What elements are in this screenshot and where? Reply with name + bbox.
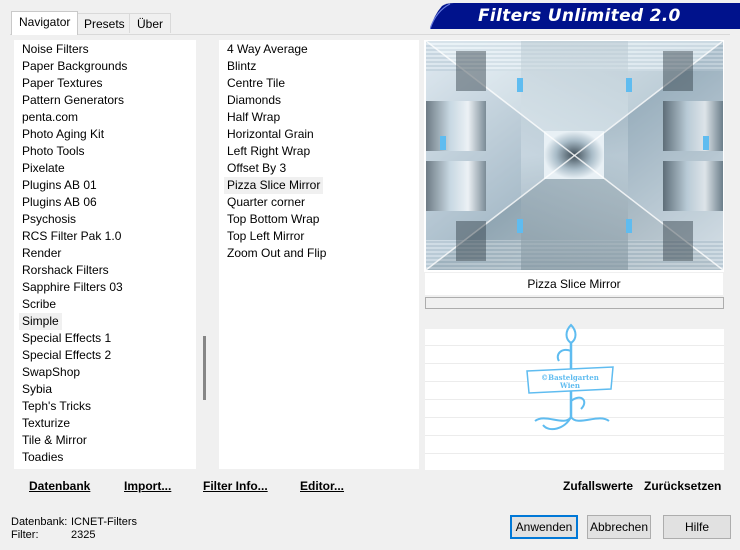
category-item[interactable]: Plugins AB 06 (19, 194, 100, 211)
category-item[interactable]: Photo Tools (19, 143, 88, 160)
category-item[interactable]: Scribe (19, 296, 59, 313)
tab-ueber[interactable]: Über (129, 13, 172, 33)
filter-item[interactable]: Half Wrap (224, 109, 283, 126)
filter-preview-image (426, 41, 723, 270)
datenbank-label: Datenbank (29, 479, 91, 493)
category-item[interactable]: Special Effects 1 (19, 330, 114, 347)
filter-item[interactable]: Horizontal Grain (224, 126, 317, 143)
filter-item[interactable]: Top Bottom Wrap (224, 211, 322, 228)
category-item[interactable]: Texturize (19, 415, 73, 432)
filter-count-label: Filter: (11, 529, 39, 541)
category-item[interactable]: Rorshack Filters (19, 262, 112, 279)
category-item[interactable]: Paper Textures (19, 75, 106, 92)
watermark-logo: ©Bastelgarten Wien (526, 323, 614, 431)
import-button[interactable]: Import... (124, 479, 171, 493)
category-item[interactable]: Sybia (19, 381, 55, 398)
category-item[interactable]: Teph's Tricks (19, 398, 94, 415)
tab-divider (10, 34, 730, 35)
zufallswerte-button[interactable]: Zufallswerte (563, 479, 633, 493)
editor-button[interactable]: Editor... (300, 479, 344, 493)
filter-item[interactable]: Pizza Slice Mirror (224, 177, 324, 194)
category-item[interactable]: Special Effects 2 (19, 347, 114, 364)
import-label: Import... (124, 479, 172, 493)
filter-item[interactable]: Offset By 3 (224, 160, 289, 177)
banner-title: Filters Unlimited 2.0 (478, 6, 681, 26)
help-button[interactable]: Hilfe (663, 515, 731, 539)
database-label: Datenbank: (11, 516, 68, 528)
database-value: ICNET-Filters (71, 516, 137, 528)
category-scrollbar[interactable] (196, 40, 214, 469)
filter-info-button[interactable]: Filter Info... (203, 479, 268, 493)
filter-item[interactable]: Blintz (224, 58, 259, 75)
scrollbar-thumb[interactable] (203, 336, 206, 400)
editor-label: Editor... (300, 479, 345, 493)
preview-pattern (426, 41, 723, 270)
category-item[interactable]: Tile & Mirror (19, 432, 90, 449)
category-item[interactable]: Noise Filters (19, 41, 92, 58)
toolbar: Datenbank Import... Filter Info... Edito… (12, 472, 419, 498)
watermark-line-2: Wien (559, 381, 580, 390)
title-banner: Filters Unlimited 2.0 (429, 3, 740, 30)
category-item[interactable]: Psychosis (19, 211, 79, 228)
datenbank-button[interactable]: Datenbank (29, 479, 90, 493)
tab-navigator[interactable]: Navigator (11, 11, 79, 35)
filter-info-label: Filter Info... (203, 479, 268, 493)
category-item[interactable]: penta.com (19, 109, 81, 126)
filter-item[interactable]: Top Left Mirror (224, 228, 307, 245)
parameter-area[interactable]: ©Bastelgarten Wien (425, 309, 724, 470)
filter-item[interactable]: Centre Tile (224, 75, 288, 92)
apply-button[interactable]: Anwenden (510, 515, 578, 539)
filter-item[interactable]: 4 Way Average (224, 41, 311, 58)
category-item[interactable]: Sapphire Filters 03 (19, 279, 126, 296)
category-item[interactable]: SwapShop (19, 364, 83, 381)
category-item[interactable]: RCS Filter Pak 1.0 (19, 228, 124, 245)
cancel-button[interactable]: Abbrechen (587, 515, 651, 539)
category-item[interactable]: Pixelate (19, 160, 68, 177)
category-item[interactable]: Render (19, 245, 64, 262)
category-item[interactable]: Plugins AB 01 (19, 177, 100, 194)
filter-count-value: 2325 (71, 529, 96, 541)
category-item[interactable]: Pattern Generators (19, 92, 127, 109)
progress-bar (425, 297, 724, 309)
tab-presets[interactable]: Presets (76, 13, 133, 33)
filter-item[interactable]: Left Right Wrap (224, 143, 313, 160)
category-item[interactable]: Toadies (19, 449, 66, 466)
filter-list[interactable]: 4 Way Average Blintz Centre Tile Diamonds Ha… (219, 40, 419, 469)
category-item[interactable]: Paper Backgrounds (19, 58, 130, 75)
zuruecksetzen-button[interactable]: Zurücksetzen (644, 479, 721, 493)
selected-filter-label: Pizza Slice Mirror (425, 273, 723, 295)
filter-item[interactable]: Quarter corner (224, 194, 308, 211)
category-item[interactable]: Photo Aging Kit (19, 126, 107, 143)
category-item[interactable]: Simple (19, 313, 62, 330)
filter-item[interactable]: Diamonds (224, 92, 284, 109)
filter-item[interactable]: Zoom Out and Flip (224, 245, 329, 262)
category-list[interactable]: Noise Filters Paper Backgrounds Paper Text… (14, 40, 196, 469)
